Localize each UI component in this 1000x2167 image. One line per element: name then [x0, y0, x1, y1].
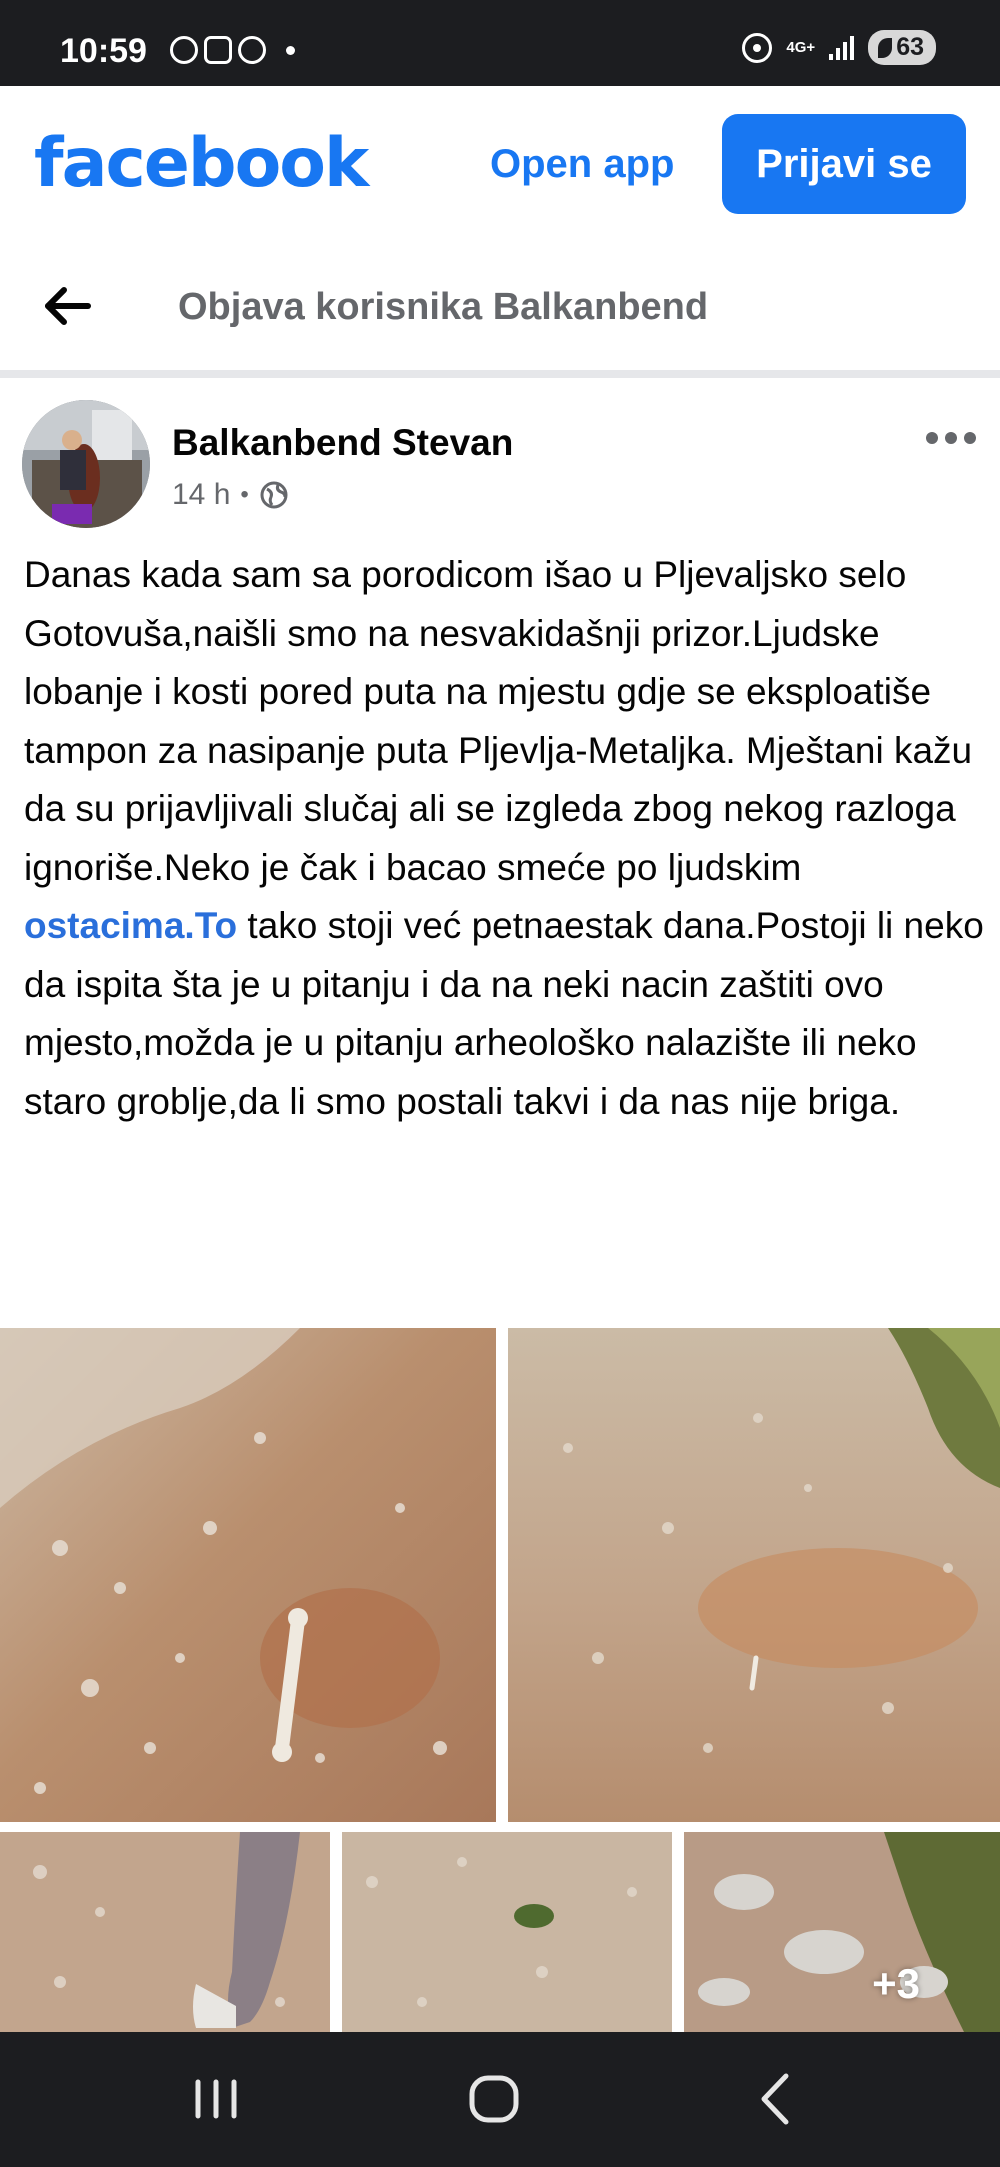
status-bar: 10:59 4G+ 63 — [0, 0, 1000, 86]
post-title-bar: Objava korisnika Balkanbend — [0, 242, 1000, 370]
post-photo-3[interactable] — [0, 1832, 330, 2032]
status-time: 10:59 — [60, 32, 147, 70]
post-inline-link[interactable]: ostacima.To — [24, 905, 237, 946]
signal-icon — [829, 35, 855, 60]
battery-saver-icon — [878, 37, 893, 58]
nav-back-icon[interactable] — [736, 2064, 816, 2134]
login-button[interactable]: Prijavi se — [722, 114, 966, 214]
section-divider — [0, 370, 1000, 378]
system-icons: 4G+ 63 — [742, 30, 936, 65]
post-author[interactable]: Balkanbend Stevan — [172, 422, 513, 464]
viber-icon — [238, 36, 266, 64]
meta-separator: • — [240, 481, 249, 508]
back-arrow-icon[interactable] — [40, 278, 96, 334]
avatar[interactable] — [22, 400, 150, 528]
notification-icons — [170, 36, 295, 64]
battery-indicator: 63 — [868, 30, 936, 65]
post-photo-5[interactable]: +3 — [684, 1832, 1000, 2032]
battery-level: 63 — [896, 33, 924, 61]
facebook-header: facebook Open app Prijavi se — [0, 86, 1000, 242]
post-meta: 14 h • — [172, 478, 289, 512]
post-text-part-1: Danas kada sam sa porodicom išao u Pljev… — [24, 554, 973, 888]
more-photos-count[interactable]: +3 — [872, 1960, 920, 2008]
post-time[interactable]: 14 h — [172, 478, 230, 512]
post-photo-1[interactable] — [0, 1328, 496, 1822]
more-icon[interactable] — [926, 432, 976, 444]
network-type: 4G+ — [786, 38, 816, 56]
open-app-link[interactable]: Open app — [490, 142, 674, 187]
post-photo-4[interactable] — [342, 1832, 672, 2032]
recent-apps-icon[interactable] — [176, 2064, 256, 2134]
notification-dot — [286, 46, 295, 55]
system-nav-bar — [0, 2032, 1000, 2167]
post-card: Balkanbend Stevan 14 h • Danas kada sam … — [0, 378, 1000, 2032]
hotspot-icon — [742, 32, 773, 63]
screenshot-icon — [204, 36, 232, 64]
whatsapp-icon — [170, 36, 198, 64]
page-title: Objava korisnika Balkanbend — [178, 286, 709, 328]
facebook-logo[interactable]: facebook — [34, 124, 369, 203]
globe-icon — [260, 481, 288, 509]
home-icon[interactable] — [454, 2064, 534, 2134]
post-text: Danas kada sam sa porodicom išao u Pljev… — [24, 546, 984, 1131]
post-photo-2[interactable] — [508, 1328, 1000, 1822]
